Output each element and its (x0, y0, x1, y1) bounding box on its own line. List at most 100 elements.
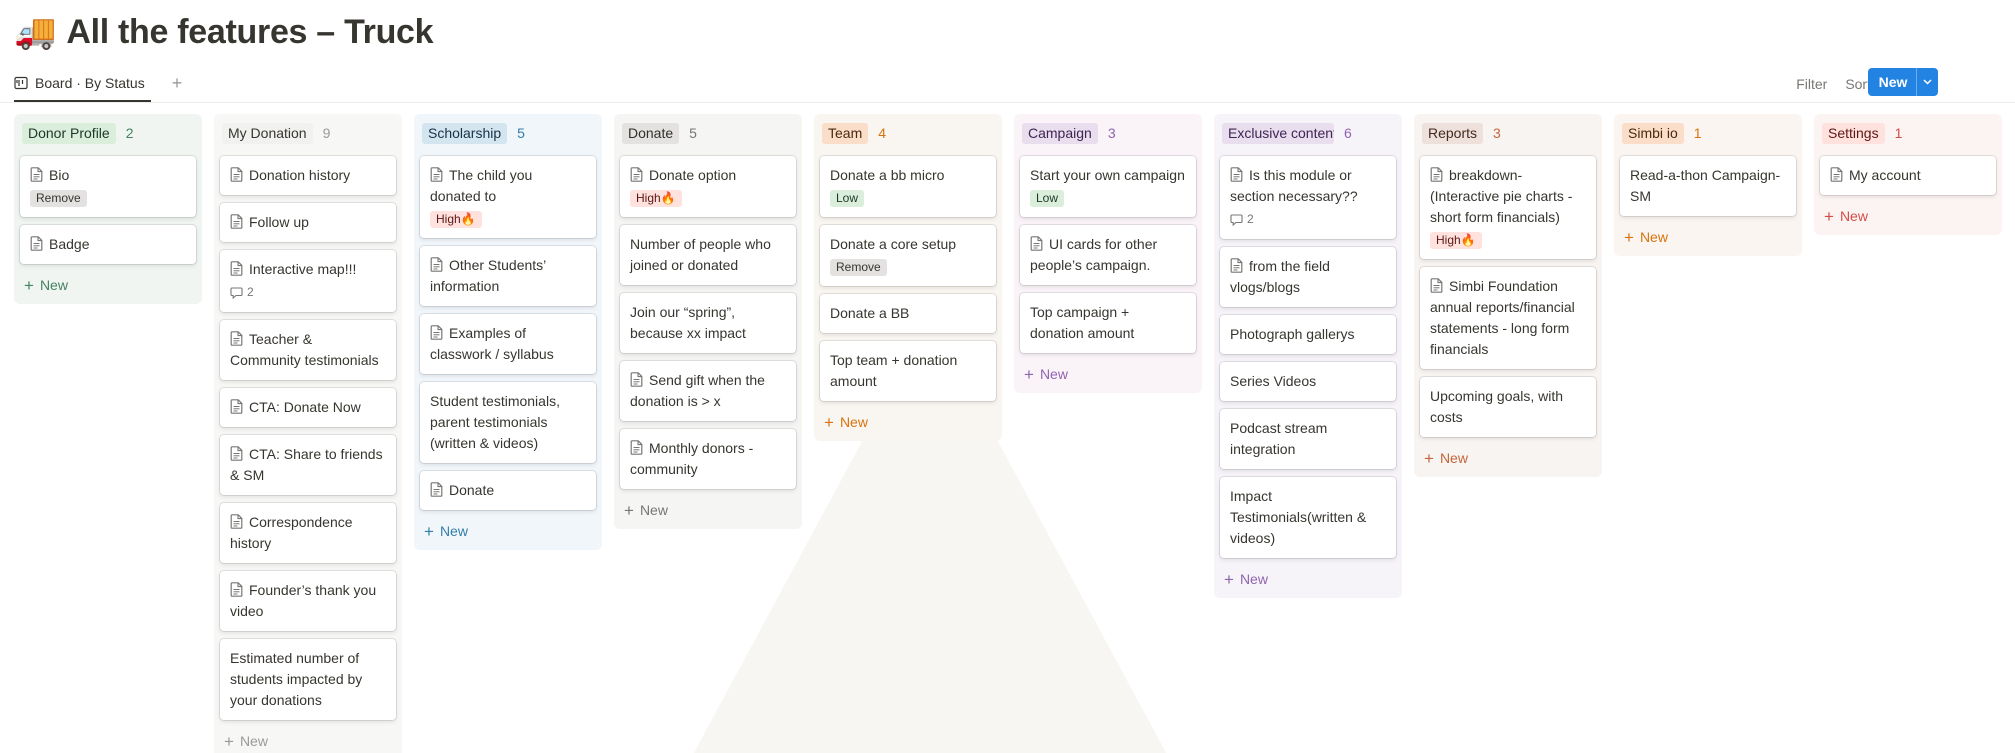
add-card-button[interactable]: + New (620, 499, 796, 521)
board-card[interactable]: UI cards for other people’s campaign. (1020, 225, 1196, 285)
board: Donor Profile 2 Bio Remove Badge + New My Donat… (14, 114, 2002, 753)
card-title: Donate a core setup (830, 234, 986, 255)
document-icon (30, 236, 43, 251)
card-title: Impact Testimonials(written & videos) (1230, 486, 1386, 549)
board-card[interactable]: Is this module or section necessary?? 2 (1220, 156, 1396, 239)
board-card[interactable]: Top campaign + donation amount (1020, 293, 1196, 353)
add-view-button[interactable]: + (168, 74, 186, 92)
card-title: Series Videos (1230, 371, 1386, 392)
card-title: Top team + donation amount (830, 350, 986, 392)
board-card[interactable]: My account (1820, 156, 1996, 195)
column-header[interactable]: Donate 5 (620, 118, 796, 148)
board-card[interactable]: Monthly donors - community (620, 429, 796, 489)
add-card-label: New (439, 523, 468, 539)
board-card[interactable]: Read-a-thon Campaign-SM (1620, 156, 1796, 216)
add-card-label: New (639, 502, 668, 518)
board-card[interactable]: Donate a core setup Remove (820, 225, 996, 286)
board-card[interactable]: Correspondence history (220, 503, 396, 563)
board-card[interactable]: Start your own campaign Low (1020, 156, 1196, 217)
filter-button[interactable]: Filter (1796, 76, 1827, 92)
board-card[interactable]: Other Students’ information (420, 246, 596, 306)
board-card[interactable]: Bio Remove (20, 156, 196, 217)
add-card-button[interactable]: + New (420, 520, 596, 542)
column-header[interactable]: Simbi io 1 (1620, 118, 1796, 148)
column-header[interactable]: Settings 1 (1820, 118, 1996, 148)
board-card[interactable]: from the field vlogs/blogs (1220, 247, 1396, 307)
add-card-button[interactable]: + New (820, 411, 996, 433)
board-card[interactable]: Donate a bb micro Low (820, 156, 996, 217)
page-header: 🚚 All the features – Truck (14, 8, 434, 56)
card-title-text: Correspondence history (230, 514, 353, 551)
document-icon (630, 167, 643, 182)
board-column: Reports 3 breakdown- (Interactive pie char… (1414, 114, 1602, 477)
chevron-down-icon[interactable] (1916, 68, 1938, 96)
add-card-button[interactable]: + New (1820, 205, 1996, 227)
board-card[interactable]: Donate option High🔥 (620, 156, 796, 217)
new-page-button[interactable]: New (1868, 68, 1938, 96)
status-badge: Donate (622, 122, 680, 144)
board-card[interactable]: Badge (20, 225, 196, 264)
board-card[interactable]: Impact Testimonials(written & videos) (1220, 477, 1396, 558)
card-title: Examples of classwork / syllabus (430, 323, 586, 365)
document-icon (430, 257, 443, 272)
add-card-button[interactable]: + New (1620, 226, 1796, 248)
board-card[interactable]: breakdown- (Interactive pie charts - sho… (1420, 156, 1596, 259)
card-title-text: Examples of classwork / syllabus (430, 325, 554, 362)
column-header[interactable]: Exclusive content 6 (1220, 118, 1396, 148)
board-card[interactable]: CTA: Donate Now (220, 388, 396, 427)
card-title: Donate option (630, 165, 786, 186)
board-card[interactable]: Photograph gallerys (1220, 315, 1396, 354)
board-card[interactable]: Founder’s thank you video (220, 571, 396, 631)
board-icon (14, 76, 28, 90)
board-card[interactable]: Teacher & Community testimonials (220, 320, 396, 380)
card-title: Donate a BB (830, 303, 986, 324)
card-title: Estimated number of students impacted by… (230, 648, 386, 711)
card-title: Founder’s thank you video (230, 580, 386, 622)
board-column: Team 4 Donate a bb micro Low Donate a core s… (814, 114, 1002, 441)
column-header[interactable]: Donor Profile 2 (20, 118, 196, 148)
column-header[interactable]: Campaign 3 (1020, 118, 1196, 148)
add-card-button[interactable]: + New (1420, 447, 1596, 469)
card-title: Send gift when the donation is > x (630, 370, 786, 412)
board-column: Settings 1 My account + New (1814, 114, 2002, 235)
board-card[interactable]: Donate (420, 471, 596, 510)
add-card-button[interactable]: + New (20, 274, 196, 296)
board-card[interactable]: Series Videos (1220, 362, 1396, 401)
board-card[interactable]: The child you donated to High🔥 (420, 156, 596, 238)
board-card[interactable]: CTA: Share to friends & SM (220, 435, 396, 495)
column-header[interactable]: Scholarship 5 (420, 118, 596, 148)
board-card[interactable]: Examples of classwork / syllabus (420, 314, 596, 374)
column-header[interactable]: My Donation 9 (220, 118, 396, 148)
card-title: Top campaign + donation amount (1030, 302, 1186, 344)
board-card[interactable]: Student testimonials, parent testimonial… (420, 382, 596, 463)
board-card[interactable]: Top team + donation amount (820, 341, 996, 401)
page-title[interactable]: All the features – Truck (66, 13, 433, 52)
plus-icon: + (1424, 448, 1434, 468)
card-title: Simbi Foundation annual reports/financia… (1430, 276, 1586, 360)
new-button-label: New (1878, 74, 1908, 90)
board-card[interactable]: Upcoming goals, with costs (1420, 377, 1596, 437)
board-card[interactable]: Donation history (220, 156, 396, 195)
plus-icon: + (224, 731, 234, 751)
board-card[interactable]: Estimated number of students impacted by… (220, 639, 396, 720)
add-card-button[interactable]: + New (1220, 568, 1396, 590)
card-title-text: Join our “spring”, because xx impact (630, 304, 746, 341)
card-title: Student testimonials, parent testimonial… (430, 391, 586, 454)
column-header[interactable]: Reports 3 (1420, 118, 1596, 148)
card-title: UI cards for other people’s campaign. (1030, 234, 1186, 276)
board-card[interactable]: Number of people who joined or donated (620, 225, 796, 285)
board-card[interactable]: Interactive map!!! 2 (220, 250, 396, 312)
board-card[interactable]: Join our “spring”, because xx impact (620, 293, 796, 353)
card-title-text: Start your own campaign (1030, 167, 1185, 183)
column-header[interactable]: Team 4 (820, 118, 996, 148)
add-card-button[interactable]: + New (220, 730, 396, 752)
board-card[interactable]: Follow up (220, 203, 396, 242)
board-card[interactable]: Send gift when the donation is > x (620, 361, 796, 421)
add-card-button[interactable]: + New (1020, 363, 1196, 385)
card-title-text: Simbi Foundation annual reports/financia… (1430, 278, 1575, 357)
board-card[interactable]: Donate a BB (820, 294, 996, 333)
card-title-text: UI cards for other people’s campaign. (1030, 236, 1158, 273)
board-card[interactable]: Simbi Foundation annual reports/financia… (1420, 267, 1596, 369)
board-card[interactable]: Podcast stream integration (1220, 409, 1396, 469)
tab-board-by-status[interactable]: Board · By Status (14, 66, 151, 102)
